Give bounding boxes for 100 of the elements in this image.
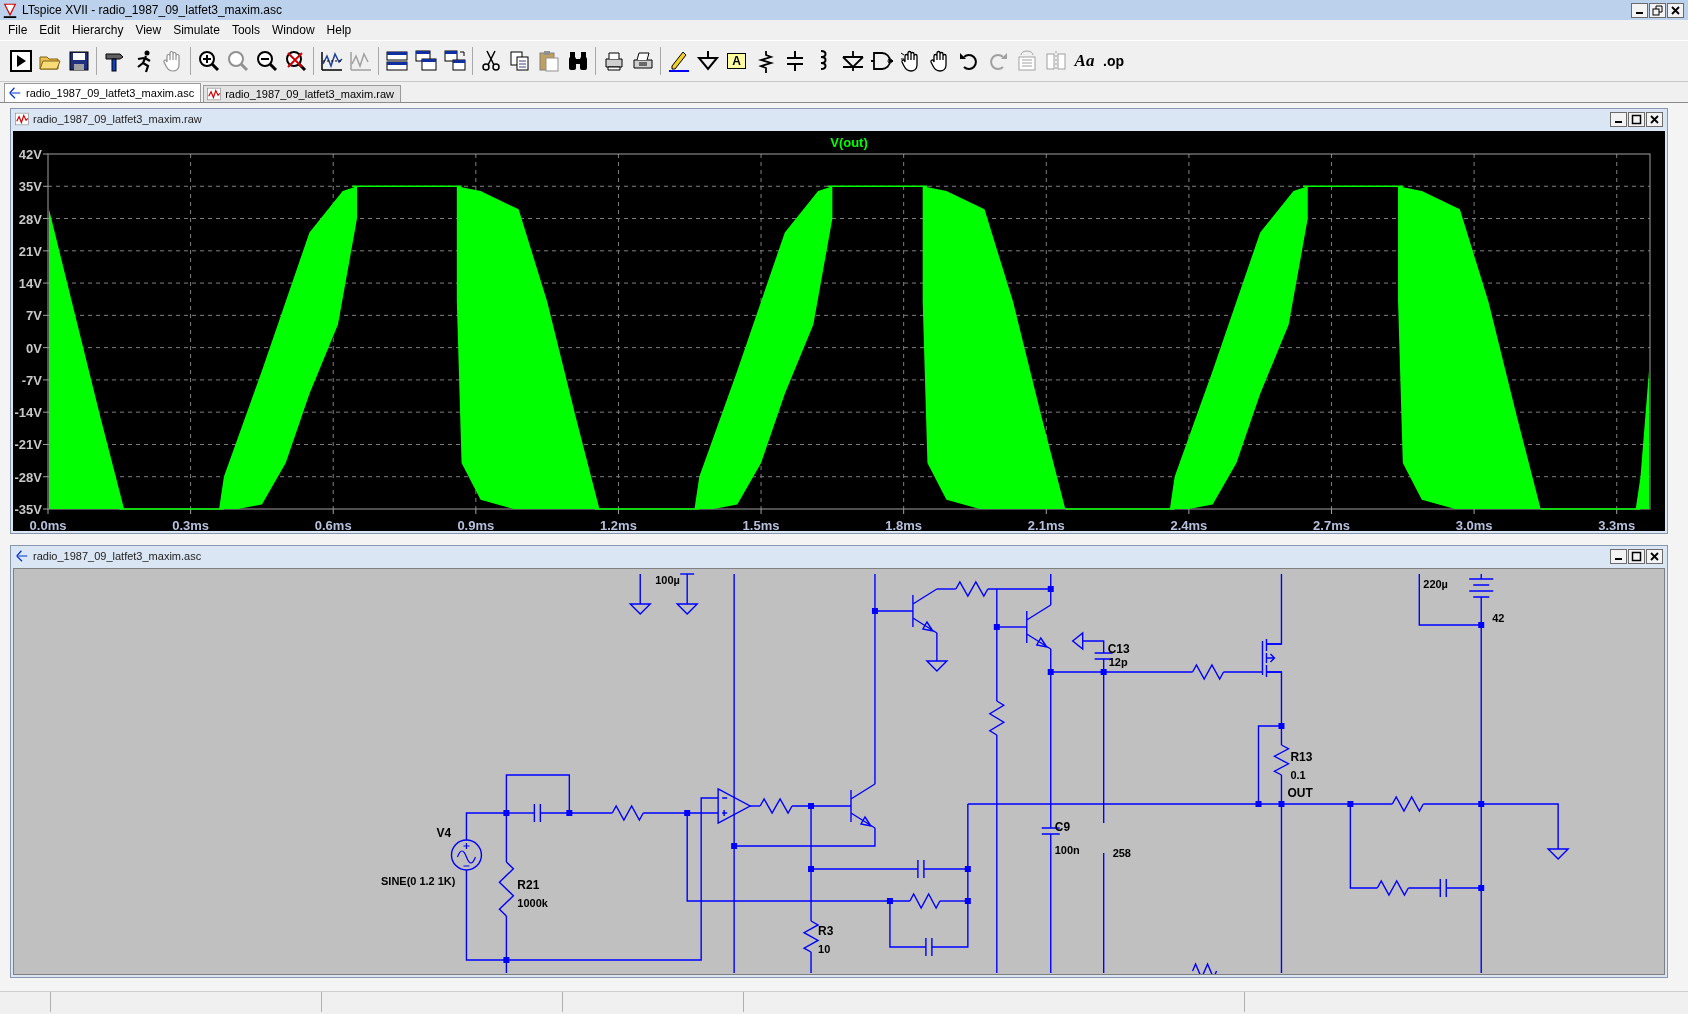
component-value: 100n (1054, 844, 1080, 856)
net-label: OUT (1287, 786, 1313, 800)
minimize-button[interactable] (1631, 2, 1648, 18)
axis-tick-label: 21V (18, 243, 42, 259)
wire (639, 573, 641, 605)
close-button[interactable] (1646, 548, 1663, 564)
window-title: LTspice XVII - radio_1987_09_latfet3_maxim.asc (22, 3, 283, 17)
menu-item[interactable]: Hierarchy (66, 21, 130, 39)
close-icon (1649, 113, 1660, 125)
axis-tick-label: 0.6ms (314, 518, 352, 531)
transistor-symbol (1026, 604, 1052, 650)
axis-tick-label: 7V (26, 308, 42, 324)
menu-item[interactable]: Help (320, 21, 358, 39)
axis-tick-label: 1.5ms (742, 518, 780, 531)
capacitor-symbol (917, 859, 925, 879)
mosfet-symbol (1261, 638, 1283, 678)
menu-item[interactable]: Window (265, 21, 321, 39)
transistor-symbol (850, 783, 876, 829)
capacitor-symbol (925, 937, 933, 957)
wire (936, 588, 957, 590)
menu-item[interactable]: View (129, 21, 168, 39)
schematic-icon (8, 86, 22, 100)
axis-tick-label: 2.4ms (1170, 518, 1208, 531)
minimize-button[interactable] (1610, 111, 1627, 127)
capacitor-symbol (1094, 652, 1114, 660)
axis-tick-label: 2.1ms (1027, 518, 1065, 531)
resistor-symbol (1191, 962, 1218, 974)
wire (1082, 640, 1105, 654)
minimize-button[interactable] (1610, 548, 1627, 564)
axis-tick-label: 35V (18, 179, 42, 195)
axis-tick-label: 2.7ms (1313, 518, 1350, 531)
axis-tick-label: 3.3ms (1598, 518, 1636, 531)
menu-item[interactable]: File (2, 21, 34, 39)
component-value: 220µ (1423, 578, 1448, 590)
transistor-symbol (912, 588, 938, 634)
component-value: 42 (1492, 612, 1505, 624)
window-title: radio_1987_09_latfet3_maxim.raw (33, 113, 203, 125)
component-value: 10 (818, 943, 831, 955)
schematic-icon (15, 549, 29, 563)
axis-tick-label: 0.9ms (457, 518, 495, 531)
wire (749, 805, 761, 807)
axis-tick-label: 1.2ms (600, 518, 637, 531)
menu-item[interactable]: Edit (33, 21, 67, 39)
document-tab[interactable]: radio_1987_09_latfet3_maxim.raw (203, 85, 401, 102)
component-value: SINE(0 1.2 1K) (381, 875, 456, 887)
ground-symbol (1546, 848, 1570, 860)
text-button[interactable]: Aa (1070, 46, 1099, 76)
capacitor-symbol (533, 803, 542, 823)
component-value: 258 (1112, 847, 1131, 859)
axis-tick-label: 0.0ms (29, 518, 67, 531)
close-button[interactable] (1646, 111, 1663, 127)
component-value: 1000k (517, 897, 548, 909)
minimize-icon (1615, 558, 1622, 560)
wire (1407, 887, 1441, 889)
component-value: 100µ (655, 574, 680, 586)
maximize-button[interactable] (1628, 111, 1645, 127)
menu-item[interactable]: Simulate (167, 21, 226, 39)
axis-tick-label: 0V (26, 340, 42, 356)
resistor-symbol (988, 700, 1006, 736)
ground-symbol (628, 603, 652, 615)
minimize-icon (1636, 12, 1643, 14)
axis-tick-label: 1.8ms (885, 518, 923, 531)
axis-tick-label: 42V (18, 147, 42, 162)
trace-label: V(out) (830, 135, 868, 150)
axis-tick-label: 28V (18, 211, 42, 227)
axis-tick-label: 14V (18, 276, 42, 292)
axis-tick-label: -35V (14, 502, 42, 517)
axis-tick-label: -7V (21, 372, 42, 388)
axis-tick-label: -28V (14, 469, 42, 485)
ground-symbol (675, 603, 699, 615)
close-button[interactable] (1667, 2, 1684, 18)
resistor-symbol (759, 797, 793, 815)
waveform-icon (207, 87, 222, 101)
component-name: C9 (1054, 820, 1071, 834)
resistor-symbol (909, 892, 941, 910)
restore-button[interactable] (1649, 2, 1666, 18)
menu-item[interactable]: Tools (225, 21, 266, 39)
wire (686, 573, 688, 605)
spice-directive-button[interactable]: .op (1099, 46, 1128, 76)
close-icon (1670, 4, 1681, 16)
wire (936, 632, 938, 662)
resistor-symbol (498, 861, 515, 917)
axis-tick-label: 0.3ms (172, 518, 210, 531)
opamp-symbol (717, 788, 751, 825)
waveform-icon (15, 112, 29, 126)
app-icon (2, 2, 18, 18)
battery-symbol (1468, 578, 1494, 602)
document-tab[interactable]: radio_1987_09_latfet3_maxim.asc (4, 83, 202, 102)
window-title: radio_1987_09_latfet3_maxim.asc (33, 550, 203, 562)
axis-tick-label: -14V (14, 405, 42, 421)
component-name: R21 (517, 878, 540, 892)
resistor-symbol (802, 920, 820, 953)
resistor-symbol (1273, 744, 1290, 776)
net-label-button[interactable]: A (722, 46, 751, 76)
resistor-symbol (1191, 663, 1225, 681)
resistor-symbol (955, 580, 989, 598)
resistor-symbol (611, 804, 644, 822)
component-name: V4 (436, 826, 452, 840)
maximize-button[interactable] (1628, 548, 1645, 564)
ground-symbol (925, 660, 949, 672)
